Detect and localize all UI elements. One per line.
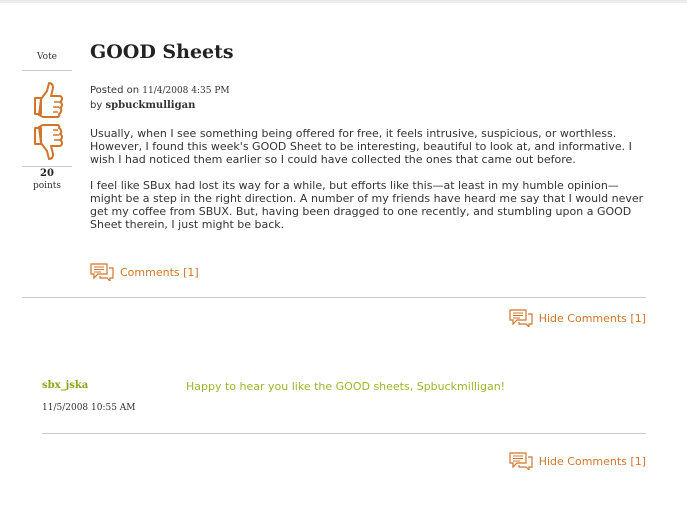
vote-count: 20 [40,168,54,179]
hide-comments-link[interactable]: Hide Comments [1] [509,452,646,470]
hide-comments-label: Hide Comments [1] [538,454,646,468]
post-date-line: Posted on 11/4/2008 4:35 PM [90,85,230,96]
speech-bubble-icon [90,263,114,281]
speech-bubble-icon [509,452,533,470]
speech-bubble-icon [509,309,533,327]
hide-comments-label: Hide Comments [1] [538,311,646,325]
thumbs-up-button[interactable] [30,80,64,120]
posted-on-label: Posted on [90,85,143,96]
comments-link[interactable]: Comments [1] [90,263,199,281]
comment-author[interactable]: sbx_jska [42,380,88,391]
post-paragraph: I feel like SBux had lost its way for a … [90,179,644,231]
thumbs-up-icon [34,82,63,118]
comment-divider [42,433,646,434]
post-body: Usually, when I see something being offe… [90,127,645,244]
comments-link-label: Comments [1] [120,265,199,279]
post-date: 11/4/2008 4:35 PM [142,86,230,96]
post-paragraph: Usually, when I see something being offe… [90,127,632,166]
comment-date: 11/5/2008 10:55 AM [42,403,136,413]
top-border [0,0,687,3]
vote-divider [22,70,72,71]
post-title: GOOD Sheets [90,41,234,63]
hide-comments-link[interactable]: Hide Comments [1] [509,309,646,327]
vote-unit: points [32,181,62,191]
thumbs-down-icon [34,124,63,160]
post-divider [22,297,646,298]
vote-label: Vote [36,52,58,62]
post-author[interactable]: spbuckmulligan [105,100,195,111]
thumbs-down-button[interactable] [30,124,64,164]
comment-text: Happy to hear you like the GOOD sheets, … [186,380,506,393]
post-byline: by spbuckmulligan [90,100,195,111]
vote-divider [22,166,72,167]
by-label: by [90,100,106,111]
